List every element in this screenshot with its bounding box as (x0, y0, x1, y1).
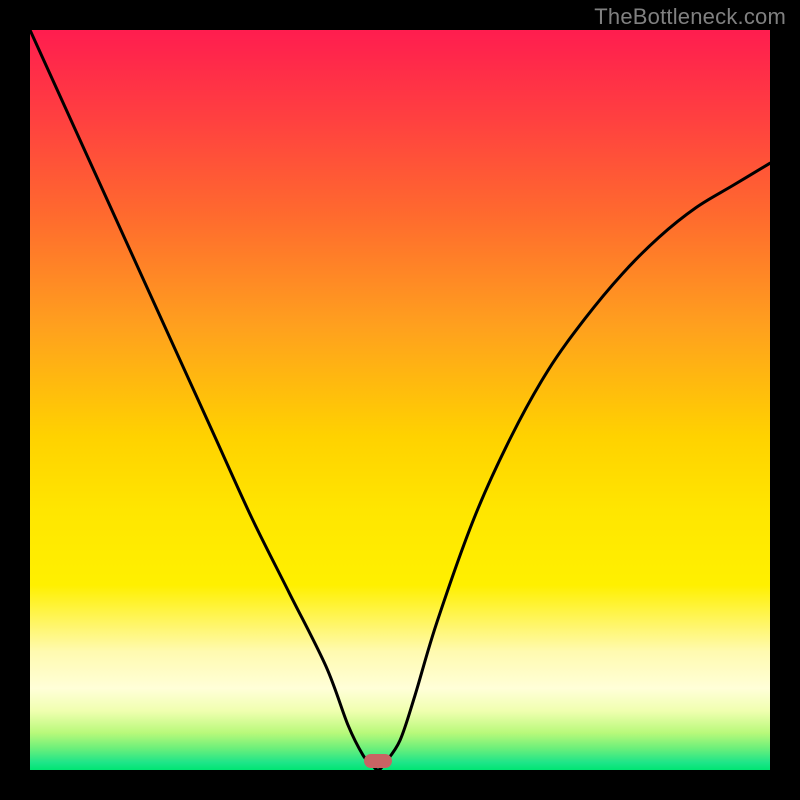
watermark-text: TheBottleneck.com (594, 4, 786, 30)
optimum-marker (364, 754, 392, 768)
bottleneck-curve (30, 30, 770, 770)
plot-area (30, 30, 770, 770)
chart-frame: TheBottleneck.com (0, 0, 800, 800)
